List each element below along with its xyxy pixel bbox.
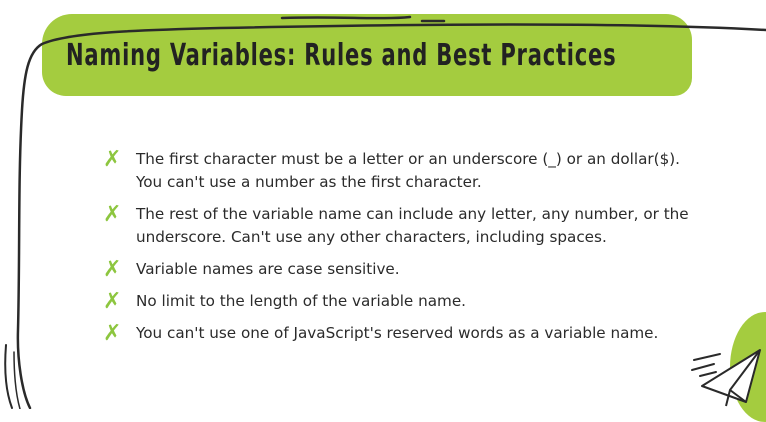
check-x-mark-icon: ✗ — [103, 257, 122, 282]
paper-plane-icon — [691, 349, 761, 407]
list-item: ✗ No limit to the length of the variable… — [100, 290, 700, 313]
slide-title: Naming Variables: Rules and Best Practic… — [66, 38, 617, 73]
slide: Naming Variables: Rules and Best Practic… — [0, 0, 766, 422]
list-item-text: The first character must be a letter or … — [136, 150, 680, 191]
list-item: ✗ You can't use one of JavaScript's rese… — [100, 322, 700, 345]
list-item-text: Variable names are case sensitive. — [136, 260, 400, 278]
list-item: ✗ Variable names are case sensitive. — [100, 258, 700, 281]
check-x-mark-icon: ✗ — [103, 289, 122, 314]
list-item: ✗ The rest of the variable name can incl… — [100, 203, 700, 249]
check-x-mark-icon: ✗ — [103, 202, 122, 227]
check-x-mark-icon: ✗ — [103, 321, 122, 346]
list-item-text: You can't use one of JavaScript's reserv… — [136, 324, 659, 342]
list-item-text: No limit to the length of the variable n… — [136, 292, 466, 310]
check-x-mark-icon: ✗ — [103, 147, 122, 172]
rules-list: ✗ The first character must be a letter o… — [100, 148, 700, 354]
list-item: ✗ The first character must be a letter o… — [100, 148, 700, 194]
list-item-text: The rest of the variable name can includ… — [136, 205, 689, 246]
